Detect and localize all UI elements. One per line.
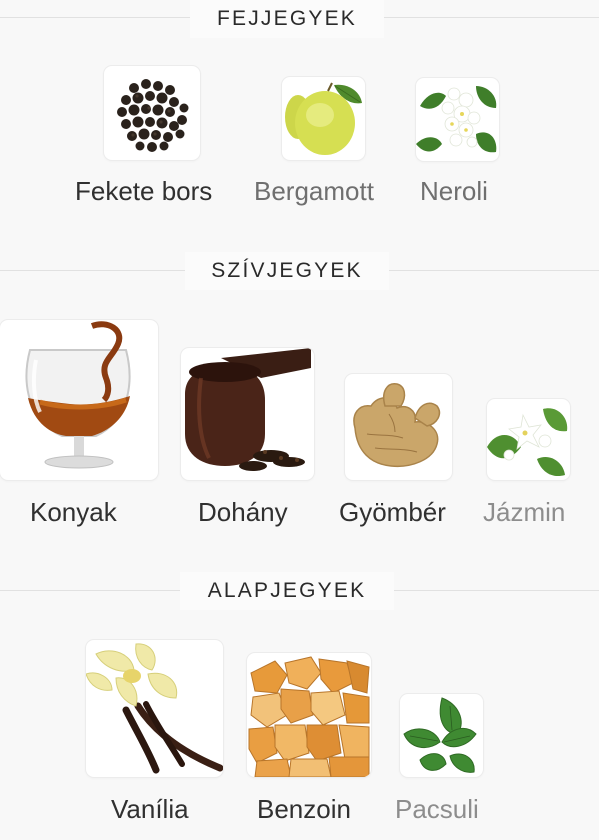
note-label: Jázmin: [483, 497, 566, 527]
note-label: Benzoin: [257, 794, 351, 824]
note-label: Konyak: [30, 497, 117, 527]
section-title-top-notes: FEJJEGYEK: [190, 0, 384, 38]
note-label: Dohány: [198, 497, 288, 527]
neroli-image: [416, 78, 499, 161]
section-title-heart-notes: SZÍVJEGYEK: [185, 252, 389, 290]
bergamot-image: [282, 77, 365, 160]
note-label: Fekete bors: [75, 176, 213, 206]
ginger-image: [345, 374, 452, 480]
tobacco-pipe-image: [181, 348, 314, 480]
note-label: Bergamott: [254, 176, 374, 206]
jasmine-image: [487, 399, 570, 480]
note-label: Pacsuli: [395, 794, 479, 824]
note-label: Gyömbér: [339, 497, 446, 527]
benzoin-image: [247, 653, 371, 777]
patchouli-image: [400, 694, 483, 777]
note-label: Vanília: [111, 794, 189, 824]
cognac-image: [0, 320, 158, 480]
vanilla-image: [86, 640, 223, 777]
black-pepper-image: [104, 66, 200, 160]
section-title-base-notes: ALAPJEGYEK: [180, 572, 394, 610]
note-label: Neroli: [420, 176, 488, 206]
